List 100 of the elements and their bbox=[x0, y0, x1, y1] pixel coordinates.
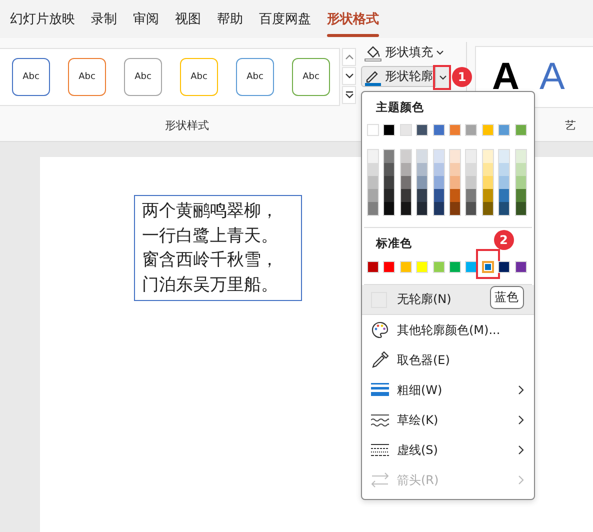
color-swatch[interactable] bbox=[416, 124, 428, 136]
color-swatch[interactable] bbox=[499, 150, 510, 163]
color-swatch[interactable] bbox=[482, 124, 494, 136]
color-swatch[interactable] bbox=[450, 150, 460, 163]
color-swatch[interactable] bbox=[383, 124, 396, 136]
ribbon-tab[interactable]: 百度网盘 bbox=[251, 6, 319, 38]
color-swatch[interactable] bbox=[465, 124, 478, 136]
menu-item[interactable]: 虚线(S) bbox=[362, 435, 534, 465]
color-swatch[interactable] bbox=[450, 163, 460, 176]
shape-style-swatch[interactable]: Abc bbox=[236, 58, 274, 96]
shape-outline-button[interactable]: 形状轮廓 bbox=[361, 66, 436, 87]
ribbon-tab[interactable]: 视图 bbox=[167, 6, 209, 38]
color-swatch[interactable] bbox=[514, 124, 527, 136]
color-swatch[interactable] bbox=[400, 189, 411, 202]
color-swatch[interactable] bbox=[434, 189, 444, 202]
menu-item[interactable]: 粗细(W) bbox=[362, 375, 534, 405]
color-swatch[interactable] bbox=[416, 261, 428, 273]
color-swatch[interactable] bbox=[466, 202, 476, 215]
color-swatch[interactable] bbox=[434, 176, 444, 189]
color-swatch[interactable] bbox=[368, 150, 378, 163]
color-swatch[interactable] bbox=[434, 163, 444, 176]
color-swatch[interactable] bbox=[466, 163, 476, 176]
color-swatch[interactable] bbox=[482, 163, 493, 176]
color-swatch[interactable] bbox=[514, 261, 527, 273]
color-swatch[interactable] bbox=[367, 261, 379, 273]
color-swatch[interactable] bbox=[368, 176, 378, 189]
color-swatch[interactable] bbox=[400, 150, 411, 163]
color-swatch[interactable] bbox=[482, 150, 493, 163]
color-swatch[interactable] bbox=[499, 163, 510, 176]
color-swatch[interactable] bbox=[400, 202, 411, 215]
menu-item[interactable]: 取色器(E) bbox=[362, 345, 534, 375]
gallery-more-button[interactable] bbox=[342, 86, 356, 104]
color-swatch[interactable] bbox=[516, 163, 526, 176]
color-swatch[interactable] bbox=[499, 176, 510, 189]
color-swatch[interactable] bbox=[516, 202, 526, 215]
color-swatch[interactable] bbox=[516, 150, 526, 163]
more-icon bbox=[344, 91, 354, 99]
color-swatch[interactable] bbox=[499, 189, 510, 202]
color-swatch[interactable] bbox=[432, 261, 445, 273]
color-swatch[interactable] bbox=[499, 202, 510, 215]
color-swatch[interactable] bbox=[417, 202, 428, 215]
shape-style-swatch[interactable]: Abc bbox=[12, 58, 50, 96]
color-swatch[interactable] bbox=[400, 124, 412, 136]
shape-style-swatch[interactable]: Abc bbox=[68, 58, 106, 96]
ribbon-tab[interactable]: 录制 bbox=[83, 6, 125, 38]
shape-style-swatch[interactable]: Abc bbox=[180, 58, 218, 96]
chevron-right-icon bbox=[518, 415, 524, 425]
color-swatch[interactable] bbox=[434, 150, 444, 163]
color-swatch[interactable] bbox=[516, 189, 526, 202]
line-weight-icon bbox=[371, 382, 389, 398]
color-swatch[interactable] bbox=[400, 261, 412, 273]
color-swatch[interactable] bbox=[417, 189, 428, 202]
color-swatch[interactable] bbox=[384, 202, 394, 215]
section-header: 标准色 bbox=[374, 235, 412, 252]
menu-item[interactable]: 其他轮廓颜色(M)... bbox=[362, 315, 534, 345]
ribbon-tab[interactable]: 帮助 bbox=[209, 6, 251, 38]
shape-fill-button[interactable]: 形状填充 bbox=[361, 42, 447, 63]
color-swatch[interactable] bbox=[384, 176, 394, 189]
color-swatch[interactable] bbox=[448, 261, 461, 273]
gallery-down-button[interactable] bbox=[342, 67, 356, 85]
color-swatch[interactable] bbox=[482, 176, 493, 189]
shape-style-swatch[interactable]: Abc bbox=[124, 58, 162, 96]
color-swatch[interactable] bbox=[432, 124, 445, 136]
color-swatch[interactable] bbox=[482, 189, 493, 202]
color-swatch[interactable] bbox=[516, 176, 526, 189]
ribbon-tab[interactable]: 幻灯片放映 bbox=[2, 6, 83, 38]
color-swatch[interactable] bbox=[368, 189, 378, 202]
ribbon-tab[interactable]: 审阅 bbox=[125, 6, 167, 38]
color-swatch[interactable] bbox=[466, 176, 476, 189]
color-swatch[interactable] bbox=[384, 163, 394, 176]
color-swatch[interactable] bbox=[417, 150, 428, 163]
chevron-right-icon bbox=[518, 445, 524, 455]
color-swatch[interactable] bbox=[498, 124, 510, 136]
ribbon-tab[interactable]: 形状格式 bbox=[319, 6, 387, 38]
color-swatch[interactable] bbox=[400, 163, 411, 176]
color-swatch[interactable] bbox=[383, 261, 396, 273]
color-swatch[interactable] bbox=[450, 189, 460, 202]
color-swatch[interactable] bbox=[368, 163, 378, 176]
color-swatch[interactable] bbox=[367, 124, 379, 136]
color-swatch[interactable] bbox=[450, 176, 460, 189]
wordart-style-sample[interactable]: A bbox=[539, 56, 565, 98]
color-swatch[interactable] bbox=[384, 189, 394, 202]
color-swatch[interactable] bbox=[482, 261, 494, 273]
color-swatch[interactable] bbox=[417, 176, 428, 189]
color-swatch[interactable] bbox=[400, 176, 411, 189]
color-swatch[interactable] bbox=[434, 202, 444, 215]
chevron-up-icon bbox=[344, 54, 354, 60]
color-swatch[interactable] bbox=[466, 150, 476, 163]
color-swatch[interactable] bbox=[384, 150, 394, 163]
color-swatch[interactable] bbox=[417, 163, 428, 176]
color-swatch[interactable] bbox=[465, 261, 478, 273]
menu-item[interactable]: 草绘(K) bbox=[362, 405, 534, 435]
text-box[interactable]: 两个黄鹂鸣翠柳， 一行白鹭上青天。 窗含西岭千秋雪， 门泊东吴万里船。 bbox=[134, 195, 302, 301]
shape-style-swatch[interactable]: Abc bbox=[292, 58, 330, 96]
color-swatch[interactable] bbox=[466, 189, 476, 202]
color-swatch[interactable] bbox=[448, 124, 461, 136]
color-swatch[interactable] bbox=[498, 261, 510, 273]
color-swatch[interactable] bbox=[368, 202, 378, 215]
color-swatch[interactable] bbox=[450, 202, 460, 215]
color-swatch[interactable] bbox=[482, 202, 493, 215]
